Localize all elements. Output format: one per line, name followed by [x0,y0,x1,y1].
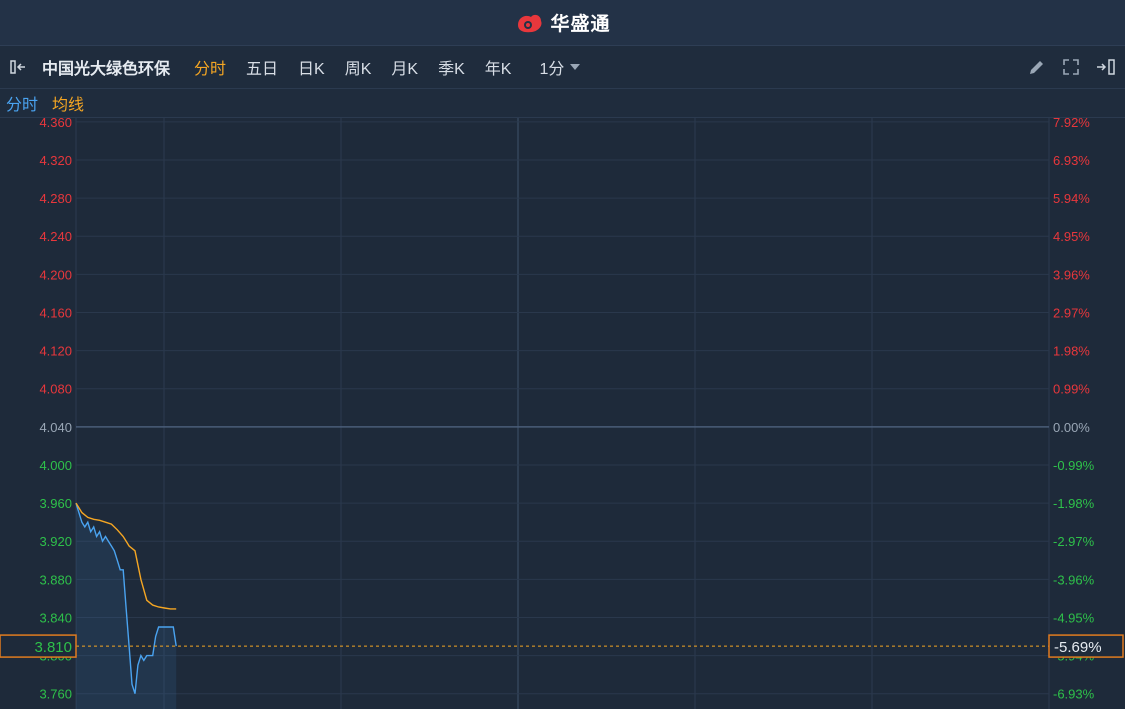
chart-legend: 分时 均线 [0,89,1125,118]
y-tick-label: 4.160 [39,305,72,320]
y-tick-label: 4.200 [39,267,72,282]
legend-intraday: 分时 [6,97,39,114]
tab-weekly-k[interactable]: 周K [335,55,382,79]
chart-toolbar: 中国光大绿色环保 分时 五日 日K 周K 月K 季K 年K 1分 [0,46,1125,89]
draw-pencil-icon[interactable] [1027,57,1047,77]
intraday-chart[interactable]: 4.360 7.92% 4.320 6.93% 4.280 5.94% 4.240 4.95%… [0,118,1125,709]
brand-logo: 华盛通 [514,9,610,36]
pct-tick-label: -4.95% [1053,610,1095,625]
app-header: 华盛通 [0,0,1125,46]
expand-panel-icon[interactable] [1095,58,1117,76]
y-tick-label: 4.040 [39,420,72,435]
y-tick-label: 4.360 [39,118,72,130]
y-tick-label: 4.080 [39,382,72,397]
fullscreen-icon[interactable] [1061,57,1081,77]
current-change-label: -5.69% [1054,639,1102,656]
y-tick-label: 3.760 [39,687,72,702]
tab-quarterly-k[interactable]: 季K [428,55,475,79]
y-tick-label: 4.240 [39,229,72,244]
tab-intraday[interactable]: 分时 [184,55,236,79]
pct-tick-label: 0.00% [1053,420,1090,435]
y-tick-label: 4.320 [39,153,72,168]
chevron-down-icon [570,64,581,70]
pct-tick-label: 7.92% [1053,118,1090,130]
huasheng-logo-icon [518,14,542,32]
y-tick-label: 3.840 [39,610,72,625]
pct-tick-label: 0.99% [1053,382,1090,397]
pct-tick-label: 2.97% [1053,305,1090,320]
y-tick-label: 3.920 [39,534,72,549]
pct-tick-label: -1.98% [1053,496,1095,511]
tab-five-day[interactable]: 五日 [236,55,288,79]
brand-name: 华盛通 [550,14,611,35]
y-tick-label: 4.000 [39,458,72,473]
y-tick-label: 3.960 [39,496,72,511]
pct-tick-label: 1.98% [1053,344,1090,359]
pct-tick-label: 6.93% [1053,153,1090,168]
tab-monthly-k[interactable]: 月K [381,55,428,79]
pct-tick-label: 4.95% [1053,229,1090,244]
y-tick-label: 4.280 [39,191,72,206]
y-tick-label: 4.120 [39,344,72,359]
pct-tick-label: -6.93% [1053,687,1095,702]
stock-name: 中国光大绿色环保 [42,61,171,78]
interval-dropdown[interactable]: 1分 [539,55,581,79]
tab-daily-k[interactable]: 日K [288,55,335,79]
legend-average: 均线 [52,97,85,114]
interval-value: 1分 [539,61,565,78]
pct-tick-label: -2.97% [1053,534,1095,549]
pct-tick-label: -3.96% [1053,572,1095,587]
y-tick-label: 3.880 [39,572,72,587]
pct-tick-label: 5.94% [1053,191,1090,206]
pct-tick-label: -0.99% [1053,458,1095,473]
collapse-sidebar-icon[interactable] [4,46,34,88]
tab-yearly-k[interactable]: 年K [475,55,522,79]
current-price-label: 3.810 [34,639,72,656]
pct-tick-label: 3.96% [1053,267,1090,282]
